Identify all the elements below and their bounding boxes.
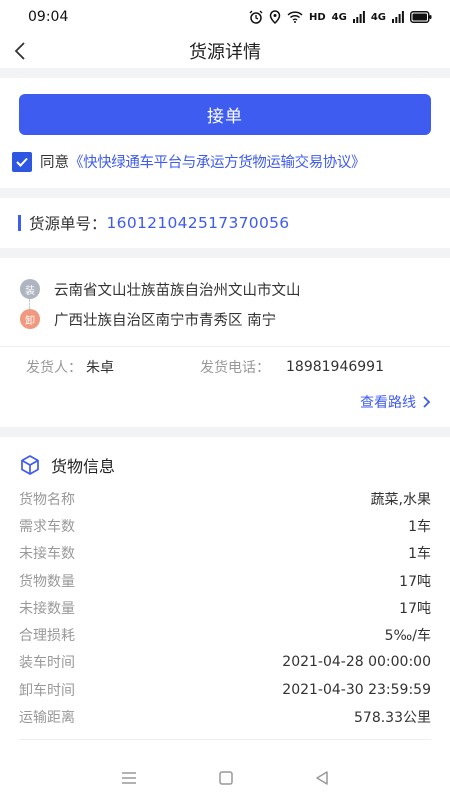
chevron-left-icon (14, 42, 25, 60)
sender-phone-label: 发货电话： (200, 360, 270, 376)
unload-address: 广西壮族自治区南宁市青秀区 南宁 (54, 312, 277, 329)
signal-2-icon (392, 11, 404, 23)
wifi-icon (287, 11, 303, 23)
goods-row: 未接数量 17吨 (19, 594, 431, 621)
system-nav-bar (0, 756, 450, 800)
agreement-prefix: 同意 (40, 155, 69, 171)
unload-address-row: 卸 广西壮族自治区南宁市青秀区 南宁 (20, 304, 432, 334)
goods-row-value: 蔬菜,水果 (370, 491, 431, 508)
goods-row-value: 17吨 (399, 573, 431, 590)
goods-info-title: 货物信息 (51, 457, 116, 476)
section-marker (18, 215, 21, 231)
sender-phone[interactable]: 18981946991 (286, 359, 384, 375)
status-bar: 09:04 HD 4G 4G (0, 0, 450, 34)
goods-row: 合理损耗 5‰/车 (19, 621, 431, 648)
goods-row-value: 1车 (408, 546, 431, 563)
goods-row-key: 未接车数 (19, 546, 75, 563)
goods-row: 货物名称 蔬菜,水果 (19, 485, 431, 512)
view-route-link[interactable]: 查看路线 (360, 392, 416, 412)
view-route-row[interactable]: 查看路线 (20, 387, 432, 417)
accept-order-button[interactable]: 接单 (19, 94, 431, 135)
divider (19, 738, 431, 740)
goods-row: 货物数量 17吨 (19, 567, 431, 594)
alarm-icon (249, 10, 263, 24)
location-icon (269, 10, 281, 24)
signal-1-label: 4G (331, 11, 347, 23)
goods-row-value: 17吨 (399, 600, 431, 617)
goods-row-key: 未接数量 (19, 600, 75, 617)
goods-row-value: 2021-04-28 00:00:00 (282, 654, 431, 671)
accept-section: 接单 同意 《快快绿通车平台与承运方货物运输交易协议》 (0, 78, 450, 188)
agreement-row: 同意 《快快绿通车平台与承运方货物运输交易协议》 (12, 151, 432, 172)
sender-name: 朱卓 (86, 360, 114, 376)
goods-row-key: 运输距离 (19, 710, 75, 727)
goods-row-key: 需求车数 (19, 518, 75, 535)
order-number-label: 货源单号： (29, 215, 107, 233)
goods-row: 运输距离 578.33公里 (19, 703, 431, 730)
signal-2-label: 4G (370, 11, 386, 23)
chevron-right-icon (423, 396, 431, 408)
signal-1-icon (352, 11, 365, 23)
status-icons: HD 4G 4G (249, 10, 432, 24)
agreement-checkbox[interactable] (12, 151, 32, 172)
goods-row-key: 合理损耗 (19, 628, 75, 645)
goods-row-value: 1车 (408, 518, 431, 535)
back-triangle-icon[interactable] (314, 770, 330, 786)
sender-row: 发货人： 朱卓 发货电话： 18981946991 (20, 347, 432, 387)
goods-row: 需求车数 1车 (19, 512, 431, 539)
order-number-section: 货源单号： 160121042517370056 (0, 198, 450, 248)
checkmark-icon (16, 157, 28, 167)
goods-row: 卸车时间 2021-04-30 23:59:59 (19, 676, 431, 703)
cube-icon (21, 455, 39, 475)
page-title: 货源详情 (189, 42, 261, 63)
load-tag: 装 (20, 279, 40, 299)
goods-row: 装车时间 2021-04-28 00:00:00 (19, 649, 431, 676)
order-number-value: 160121042517370056 (106, 214, 290, 232)
route-section: 装 云南省文山壮族苗族自治州文山市文山 卸 广西壮族自治区南宁市青秀区 南宁 发… (0, 258, 450, 427)
goods-row-value: 5‰/车 (384, 628, 431, 645)
sender-name-label: 发货人： (26, 360, 82, 376)
status-time: 09:04 (28, 9, 69, 25)
goods-info-section: 货物信息 货物名称 蔬菜,水果 需求车数 1车 未接车数 1车 货物数量 17吨 未接数… (0, 437, 450, 767)
home-icon[interactable] (218, 770, 234, 786)
goods-row-key: 货物数量 (19, 573, 75, 590)
goods-info-header: 货物信息 (19, 449, 431, 481)
network-hd-label: HD (308, 11, 326, 23)
goods-row-key: 卸车时间 (19, 682, 75, 699)
goods-row-key: 货物名称 (19, 491, 75, 508)
goods-row-value: 2021-04-30 23:59:59 (282, 681, 431, 698)
goods-row: 未接车数 1车 (19, 540, 431, 567)
agreement-link[interactable]: 《快快绿通车平台与承运方货物运输交易协议》 (69, 151, 366, 172)
load-address-row: 装 云南省文山壮族苗族自治州文山市文山 (20, 274, 432, 304)
unload-tag: 卸 (20, 309, 40, 329)
goods-row-value: 578.33公里 (354, 710, 431, 727)
nav-bar: 货源详情 (0, 34, 450, 68)
goods-row-key: 装车时间 (19, 655, 75, 672)
battery-icon (410, 11, 432, 23)
back-button[interactable] (10, 39, 34, 63)
menu-icon[interactable] (120, 771, 138, 785)
load-address: 云南省文山壮族苗族自治州文山市文山 (54, 282, 301, 299)
